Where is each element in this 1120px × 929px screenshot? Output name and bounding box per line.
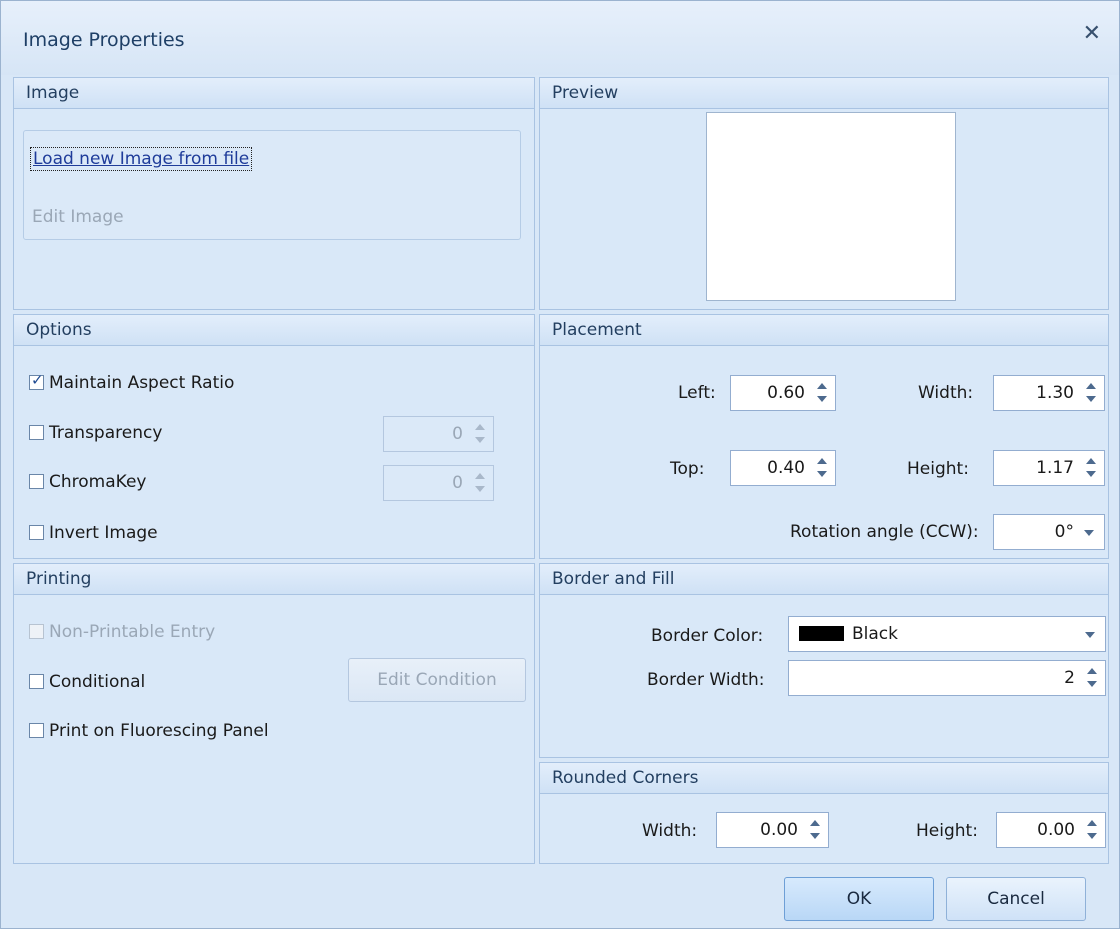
preview-panel-header: Preview <box>540 78 1108 109</box>
chevron-down-icon[interactable] <box>1085 632 1095 638</box>
options-panel: Options Maintain Aspect Ratio Transparen… <box>13 314 535 559</box>
rotation-label: Rotation angle (CCW): <box>790 522 979 542</box>
corner-width-value: 0.00 <box>760 820 798 840</box>
transparency-value: 0 <box>452 424 463 444</box>
height-value: 1.17 <box>1036 458 1074 478</box>
invert-image-checkbox[interactable]: Invert Image <box>29 523 158 543</box>
chromakey-label: ChromaKey <box>49 472 147 492</box>
conditional-label: Conditional <box>49 672 146 692</box>
spinner-arrows-icon[interactable] <box>1085 665 1099 691</box>
color-swatch <box>799 626 844 641</box>
image-panel-header: Image <box>14 78 534 109</box>
chromakey-value: 0 <box>452 473 463 493</box>
height-label: Height: <box>907 459 969 479</box>
printing-panel-header: Printing <box>14 564 534 595</box>
checkbox-unchecked-icon[interactable] <box>29 674 44 689</box>
border-width-spinner[interactable]: 2 <box>788 660 1106 696</box>
spinner-arrows-icon[interactable] <box>815 455 829 481</box>
width-value: 1.30 <box>1036 383 1074 403</box>
rotation-dropdown[interactable]: 0° <box>993 514 1105 550</box>
checkbox-checked-icon[interactable] <box>29 371 44 390</box>
edit-image-link[interactable]: Edit Image <box>32 207 124 227</box>
border-width-label: Border Width: <box>647 670 765 690</box>
title-bar: Image Properties ✕ <box>1 1 1119 75</box>
width-spinner[interactable]: 1.30 <box>993 375 1105 411</box>
border-fill-panel-header: Border and Fill <box>540 564 1108 595</box>
corner-width-label: Width: <box>642 821 698 841</box>
left-spinner[interactable]: 0.60 <box>730 375 836 411</box>
corner-width-spinner[interactable]: 0.00 <box>716 812 829 848</box>
spinner-arrows-icon[interactable] <box>808 817 822 843</box>
checkbox-unchecked-icon[interactable] <box>29 525 44 540</box>
fluorescing-label: Print on Fluorescing Panel <box>49 721 269 741</box>
corner-height-spinner[interactable]: 0.00 <box>996 812 1106 848</box>
checkbox-unchecked-icon[interactable] <box>29 624 44 639</box>
width-label: Width: <box>918 383 974 403</box>
image-actions-box: Load new Image from file Edit Image <box>23 130 521 240</box>
preview-panel: Preview <box>539 77 1109 310</box>
border-width-value: 2 <box>1064 668 1075 688</box>
border-color-dropdown[interactable]: Black <box>788 616 1106 652</box>
left-label: Left: <box>678 383 716 403</box>
dialog-footer: OK Cancel <box>1 865 1119 928</box>
transparency-checkbox[interactable]: Transparency <box>29 423 162 443</box>
ok-button[interactable]: OK <box>784 877 934 921</box>
transparency-label: Transparency <box>49 423 163 443</box>
printing-panel: Printing Non-Printable Entry Conditional… <box>13 563 535 864</box>
border-color-label: Border Color: <box>651 626 764 646</box>
placement-panel: Placement Left: 0.60 Width: 1.30 Top: 0.… <box>539 314 1109 559</box>
dialog-title: Image Properties <box>23 29 185 51</box>
checkbox-unchecked-icon[interactable] <box>29 425 44 440</box>
fluorescing-checkbox[interactable]: Print on Fluorescing Panel <box>29 721 269 741</box>
image-properties-dialog: Image Properties ✕ Image Load new Image … <box>0 0 1120 929</box>
load-image-link[interactable]: Load new Image from file <box>30 147 253 171</box>
top-value: 0.40 <box>767 458 805 478</box>
chevron-down-icon[interactable] <box>1084 530 1094 536</box>
conditional-checkbox[interactable]: Conditional <box>29 672 145 692</box>
image-panel: Image Load new Image from file Edit Imag… <box>13 77 535 310</box>
border-fill-panel: Border and Fill Border Color: Black Bord… <box>539 563 1109 758</box>
checkbox-unchecked-icon[interactable] <box>29 723 44 738</box>
maintain-aspect-checkbox[interactable]: Maintain Aspect Ratio <box>29 371 235 393</box>
spinner-arrows-icon[interactable] <box>473 421 487 447</box>
corner-height-label: Height: <box>916 821 978 841</box>
top-label: Top: <box>670 459 705 479</box>
chromakey-checkbox[interactable]: ChromaKey <box>29 472 146 492</box>
rounded-corners-panel: Rounded Corners Width: 0.00 Height: 0.00 <box>539 762 1109 864</box>
non-printable-label: Non-Printable Entry <box>49 622 216 642</box>
cancel-button[interactable]: Cancel <box>946 877 1086 921</box>
spinner-arrows-icon[interactable] <box>1084 380 1098 406</box>
placement-panel-header: Placement <box>540 315 1108 346</box>
border-color-display: Black <box>799 624 898 644</box>
image-preview <box>706 112 956 301</box>
height-spinner[interactable]: 1.17 <box>993 450 1105 486</box>
corner-height-value: 0.00 <box>1037 820 1075 840</box>
left-value: 0.60 <box>767 383 805 403</box>
maintain-aspect-label: Maintain Aspect Ratio <box>49 373 235 393</box>
spinner-arrows-icon[interactable] <box>815 380 829 406</box>
spinner-arrows-icon[interactable] <box>473 470 487 496</box>
checkbox-unchecked-icon[interactable] <box>29 474 44 489</box>
rotation-value: 0° <box>1054 522 1074 542</box>
rounded-corners-panel-header: Rounded Corners <box>540 763 1108 794</box>
invert-image-label: Invert Image <box>49 523 158 543</box>
spinner-arrows-icon[interactable] <box>1084 455 1098 481</box>
border-color-value: Black <box>852 624 898 644</box>
top-spinner[interactable]: 0.40 <box>730 450 836 486</box>
spinner-arrows-icon[interactable] <box>1085 817 1099 843</box>
close-icon[interactable]: ✕ <box>1083 23 1101 45</box>
chromakey-spinner[interactable]: 0 <box>383 465 494 501</box>
options-panel-header: Options <box>14 315 534 346</box>
transparency-spinner[interactable]: 0 <box>383 416 494 452</box>
edit-condition-button[interactable]: Edit Condition <box>348 658 526 702</box>
non-printable-checkbox[interactable]: Non-Printable Entry <box>29 622 215 642</box>
